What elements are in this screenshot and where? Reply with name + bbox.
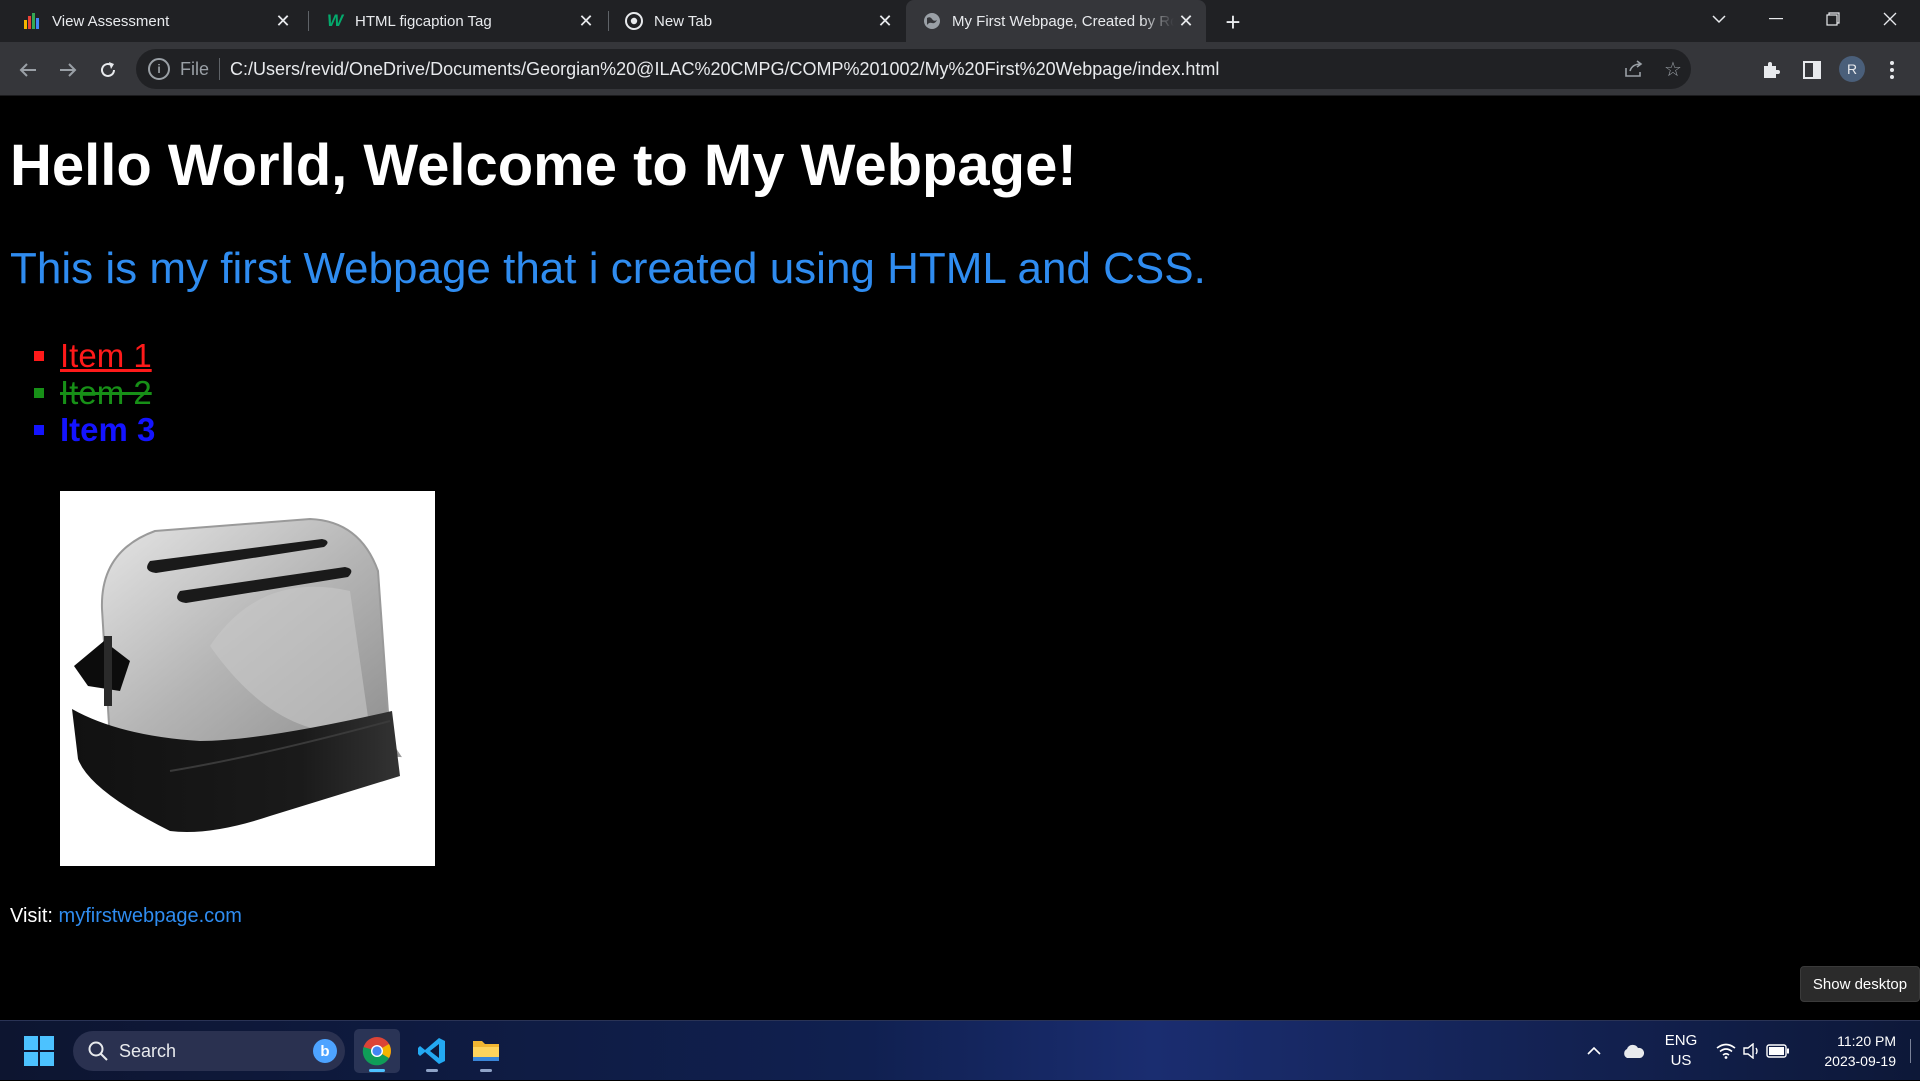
active-indicator [369,1069,385,1072]
restore-button[interactable] [1805,0,1861,38]
list-item: Item 2 [34,374,155,411]
chevron-up-icon[interactable] [1580,1021,1608,1081]
language-indicator[interactable]: ENG US [1663,1031,1699,1071]
language-secondary: US [1670,1052,1692,1069]
page-viewport: Hello World, Welcome to My Webpage! This… [0,97,1920,1020]
language-primary: ENG [1664,1032,1698,1049]
w3schools-icon: W [326,11,344,30]
address-scheme: File [180,58,210,79]
bookmark-star-icon[interactable]: ☆ [1655,49,1691,89]
chrome-icon [624,11,644,31]
browser-toolbar: i File C:/Users/revid/OneDrive/Documents… [0,42,1920,96]
chrome-icon[interactable] [354,1029,400,1073]
list-item-label: Item 2 [60,373,152,411]
tab-my-first-webpage[interactable]: My First Webpage, Created by Ro ✕ [906,0,1206,42]
close-icon[interactable]: ✕ [873,9,897,33]
clock-time: 11:20 PM [1837,1033,1896,1049]
taskbar-search[interactable]: Search b [73,1031,345,1071]
list-item: Item 3 [34,411,155,448]
visit-label: Visit: [10,905,53,927]
taskbar-clock[interactable]: 11:20 PM 2023-09-19 [1810,1031,1896,1071]
info-icon[interactable]: i [148,58,170,80]
profile-avatar[interactable]: R [1839,56,1865,82]
close-icon[interactable]: ✕ [1174,9,1198,33]
reload-button[interactable] [92,54,124,86]
bing-icon[interactable]: b [313,1039,337,1063]
volume-icon[interactable] [1740,1021,1764,1081]
back-button[interactable] [12,54,44,86]
onedrive-cloud-icon[interactable] [1618,1021,1648,1081]
tab-view-assessment[interactable]: View Assessment ✕ [0,0,303,42]
battery-icon[interactable] [1763,1021,1793,1081]
close-icon[interactable]: ✕ [574,9,598,33]
bar-chart-icon [22,11,42,31]
globe-icon [922,11,942,31]
tab-strip: View Assessment ✕ W HTML figcaption Tag … [0,0,1920,42]
windows-start-icon[interactable] [24,1036,54,1066]
tab-title: New Tab [654,12,713,30]
item-list: Item 1 Item 2 Item 3 [34,337,155,448]
tab-html-figcaption[interactable]: W HTML figcaption Tag ✕ [303,0,606,42]
wifi-icon[interactable] [1713,1021,1739,1081]
file-explorer-icon[interactable] [463,1029,509,1073]
list-bullet [34,424,44,435]
minimize-button[interactable] [1748,0,1804,38]
list-bullet [34,387,44,398]
address-url[interactable]: C:/Users/revid/OneDrive/Documents/Georgi… [230,59,1219,80]
address-bar[interactable]: i File C:/Users/revid/OneDrive/Documents… [136,49,1691,89]
running-indicator [480,1069,492,1072]
clock-date: 2023-09-19 [1824,1053,1896,1069]
close-icon[interactable]: ✕ [271,9,295,33]
show-desktop-tooltip: Show desktop [1800,966,1920,1002]
share-icon[interactable] [1616,49,1652,89]
forward-button[interactable] [52,54,84,86]
side-panel-icon[interactable] [1796,54,1828,86]
running-indicator [426,1069,438,1072]
page-subheading: This is my first Webpage that i created … [10,244,1206,293]
tab-search-chevron-icon[interactable] [1691,0,1747,38]
search-label: Search [119,1040,177,1061]
list-item-label: Item 1 [60,336,152,374]
address-divider [219,58,221,80]
tab-title: HTML figcaption Tag [355,12,492,30]
list-item: Item 1 [34,337,155,374]
windows-taskbar: Search b ENG US 11:20 PM 2023-09-19 [0,1020,1920,1080]
toaster-image [60,491,435,866]
close-window-button[interactable] [1862,0,1918,38]
extensions-puzzle-icon[interactable] [1755,54,1787,86]
list-item-label: Item 3 [60,410,156,448]
search-icon [88,1041,108,1061]
vscode-icon[interactable] [409,1029,455,1073]
list-bullet [34,350,44,361]
visit-link[interactable]: myfirstwebpage.com [59,905,242,927]
tab-title: My First Webpage, Created by Ro [952,12,1174,30]
visit-line: Visit: myfirstwebpage.com [10,905,242,928]
new-tab-button[interactable]: + [1218,7,1248,37]
show-desktop-button[interactable] [1910,1039,1911,1063]
tab-new-tab[interactable]: New Tab ✕ [602,0,905,42]
kebab-menu-icon[interactable] [1876,54,1908,86]
tab-title: View Assessment [52,12,170,30]
page-heading: Hello World, Welcome to My Webpage! [10,133,1077,198]
